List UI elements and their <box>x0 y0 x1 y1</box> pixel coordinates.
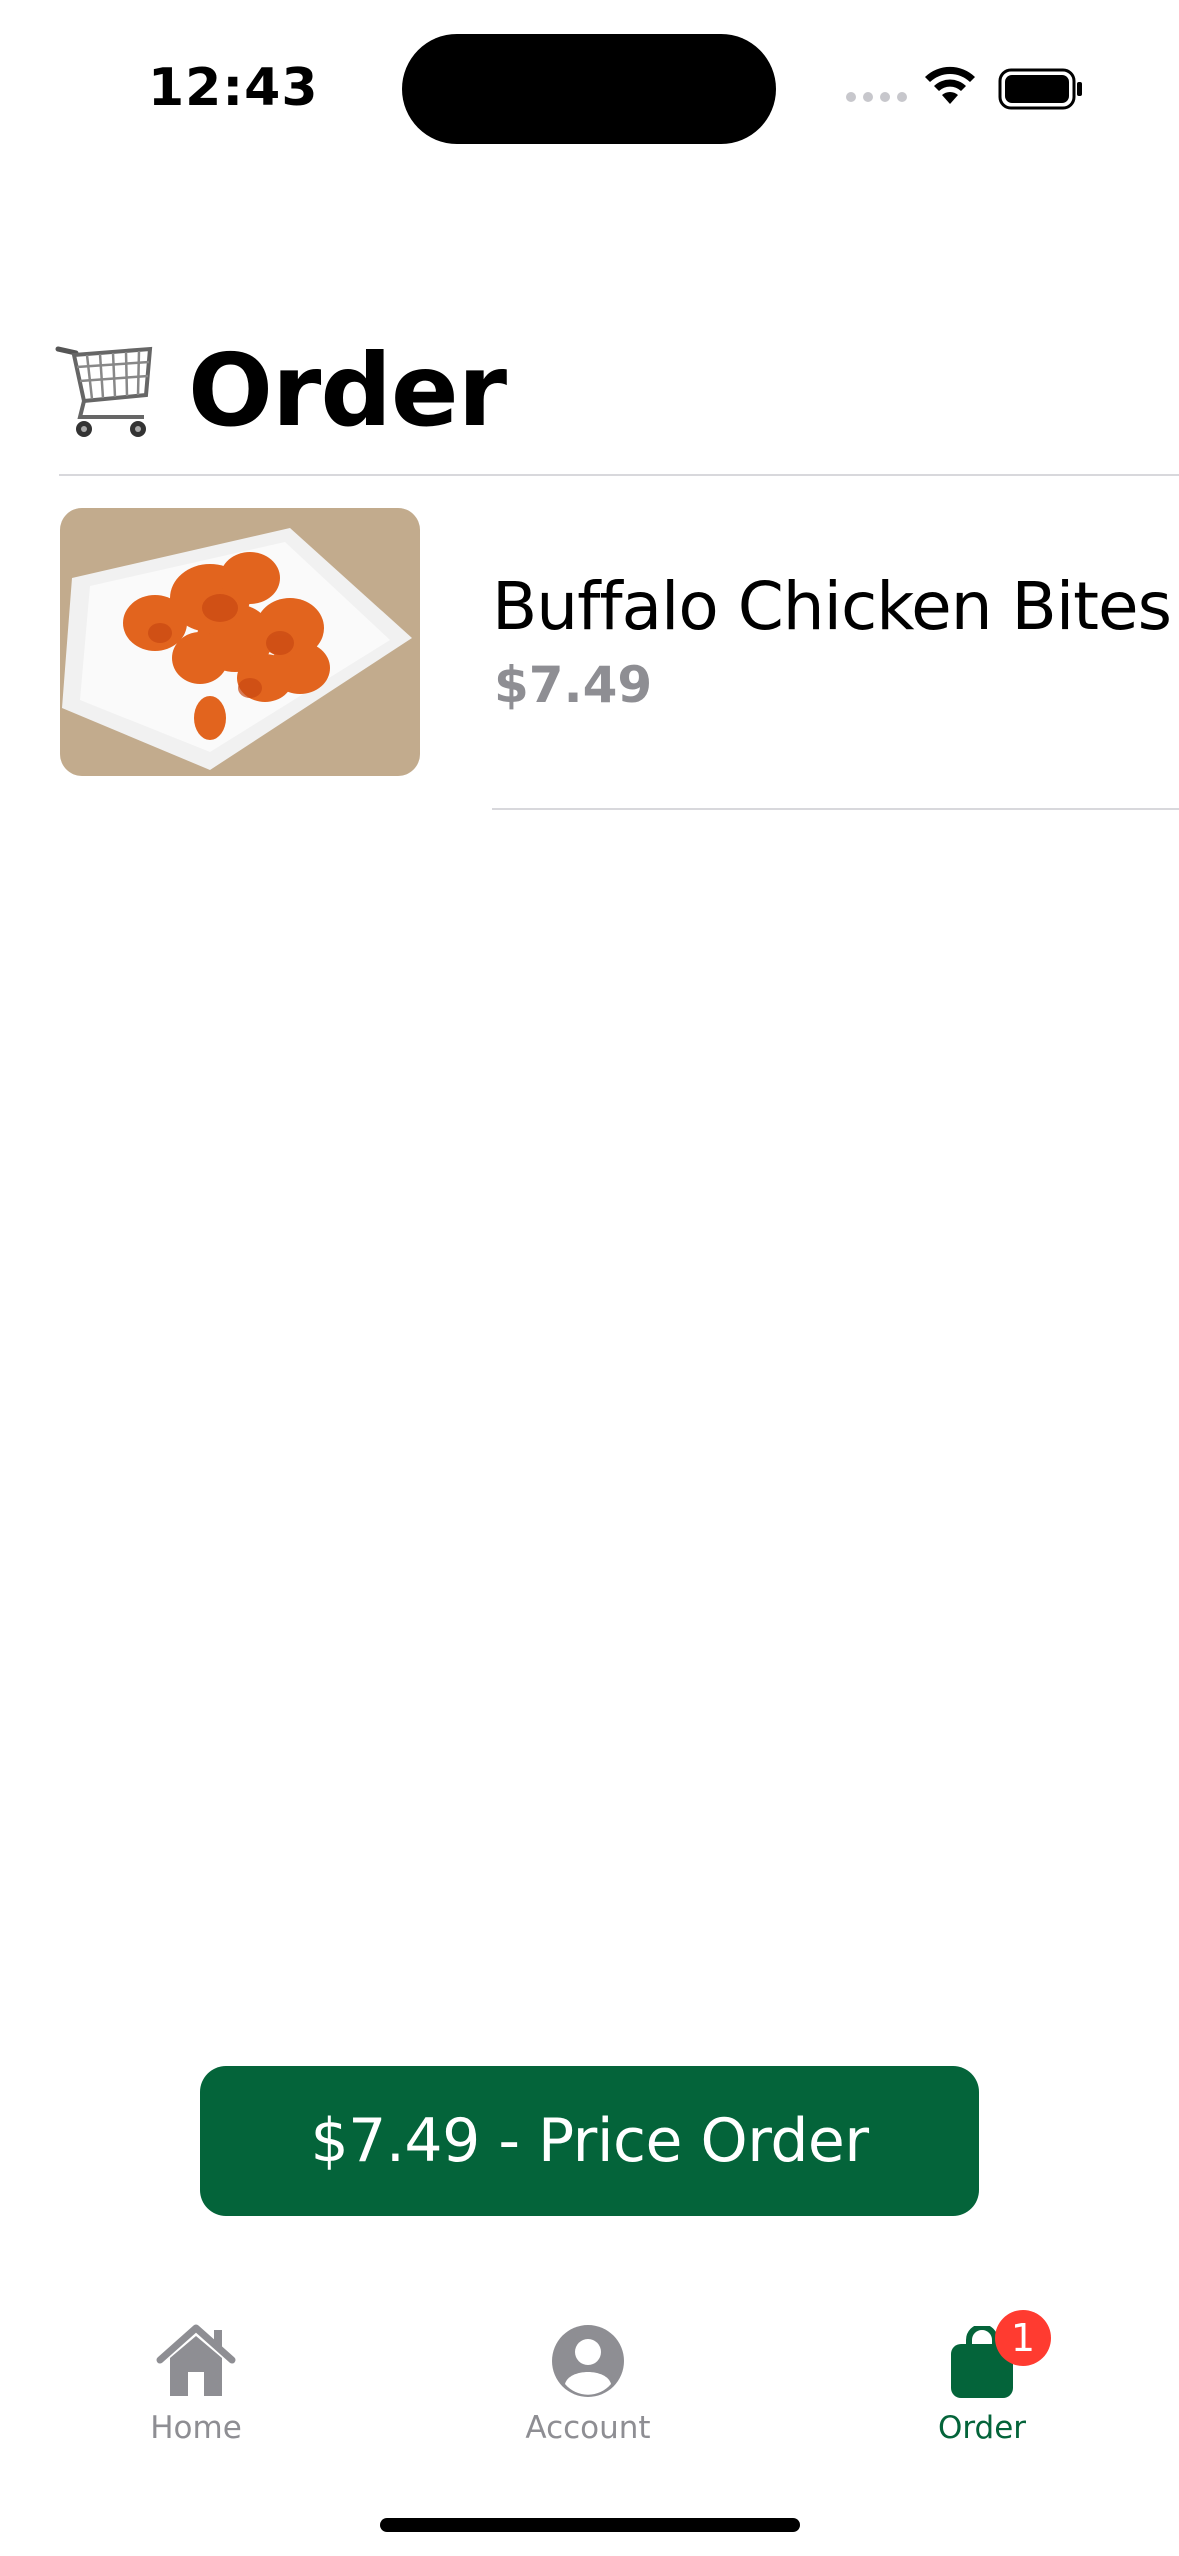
item-name: Buffalo Chicken Bites <box>492 568 1172 645</box>
shopping-cart-icon <box>55 346 153 437</box>
tab-home-label: Home <box>150 2410 242 2446</box>
battery-icon <box>998 68 1082 110</box>
tab-account[interactable]: Account <box>458 2320 718 2470</box>
wifi-icon <box>925 66 975 104</box>
order-item-row[interactable]: Buffalo Chicken Bites $7.49 <box>0 476 1179 810</box>
person-circle-icon <box>552 2325 624 2397</box>
status-time: 12:43 <box>148 58 319 118</box>
item-image <box>60 508 420 776</box>
cellular-signal-icon <box>846 92 907 102</box>
dynamic-island <box>402 34 776 144</box>
row-divider <box>492 808 1179 810</box>
home-indicator[interactable] <box>380 2518 800 2532</box>
house-icon <box>156 2324 236 2396</box>
order-count-badge: 1 <box>995 2310 1051 2366</box>
tab-home[interactable]: Home <box>66 2320 326 2470</box>
page-header: Order <box>54 330 507 450</box>
item-price: $7.49 <box>494 656 653 714</box>
tab-order-label: Order <box>937 2410 1027 2446</box>
page-title: Order <box>188 331 507 449</box>
tab-account-label: Account <box>525 2410 651 2446</box>
price-order-button[interactable]: $7.49 - Price Order <box>200 2066 979 2216</box>
tab-order[interactable]: 1 Order <box>852 2310 1112 2470</box>
